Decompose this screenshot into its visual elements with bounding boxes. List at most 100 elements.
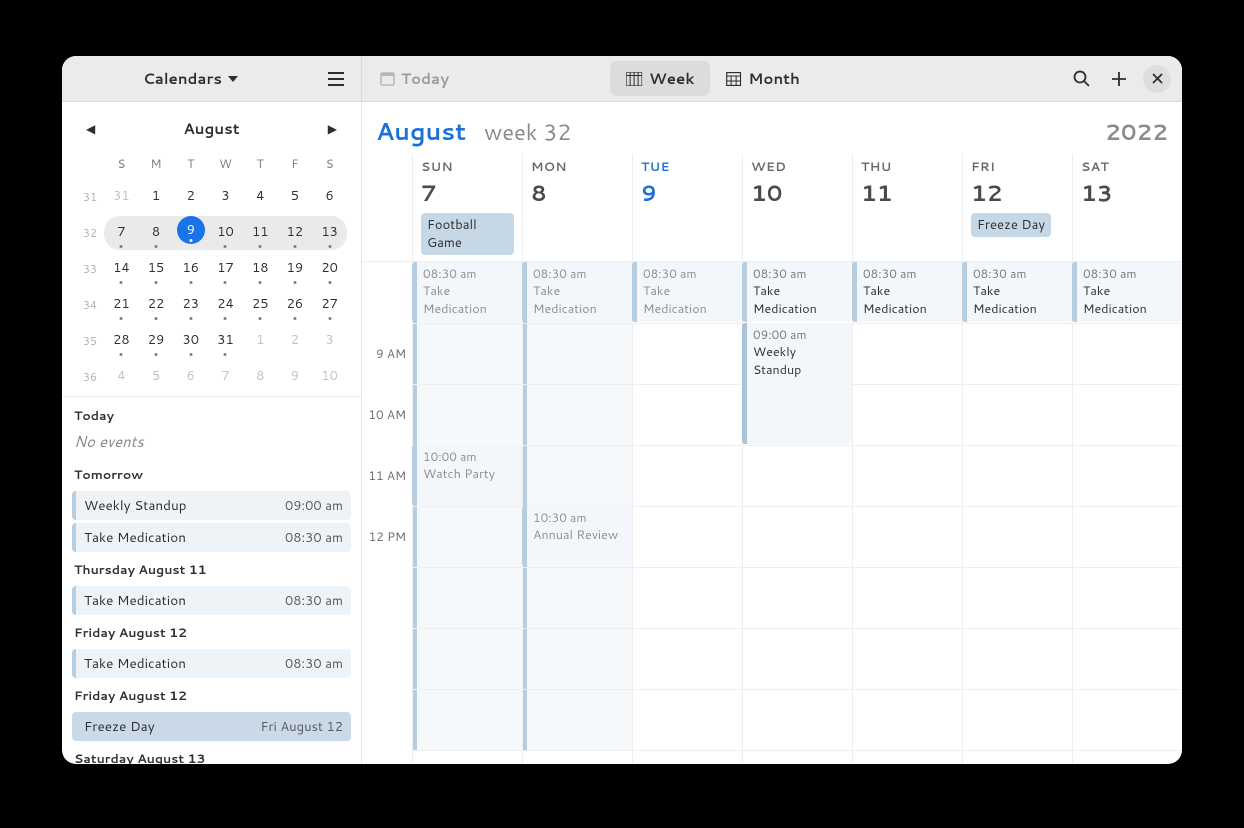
time-slot[interactable] — [522, 567, 632, 628]
time-slot[interactable] — [522, 445, 632, 506]
time-slot[interactable] — [522, 323, 632, 384]
mini-day[interactable]: 2 — [278, 324, 313, 358]
time-slot[interactable] — [852, 323, 962, 384]
mini-day[interactable]: 22 — [139, 288, 174, 322]
day-header[interactable]: SUN7Football Game — [412, 154, 522, 261]
time-slot[interactable] — [632, 384, 742, 445]
mini-day[interactable]: 23 — [173, 288, 208, 322]
calendar-event[interactable]: 08:30 amTake Medication — [632, 262, 742, 322]
calendar-event[interactable]: 08:30 amTake Medication — [412, 262, 522, 322]
mini-day[interactable]: 30 — [173, 324, 208, 358]
day-header[interactable]: SAT13 — [1072, 154, 1182, 261]
month-view-tab[interactable]: Month — [710, 61, 815, 96]
mini-day[interactable]: 10 — [312, 360, 347, 394]
search-button[interactable] — [1064, 62, 1098, 96]
mini-day[interactable]: 15 — [139, 252, 174, 286]
hamburger-menu-button[interactable] — [319, 62, 353, 96]
time-slot[interactable] — [1072, 628, 1182, 689]
calendar-event[interactable]: 09:00 amWeekly Standup — [742, 323, 852, 444]
mini-day[interactable]: 24 — [208, 288, 243, 322]
add-event-button[interactable] — [1102, 62, 1136, 96]
time-slot[interactable] — [742, 567, 852, 628]
day-header[interactable]: TUE9 — [632, 154, 742, 261]
time-slot[interactable] — [962, 506, 1072, 567]
time-slot[interactable] — [742, 506, 852, 567]
day-header[interactable]: WED10 — [742, 154, 852, 261]
time-slot[interactable] — [632, 567, 742, 628]
time-slot[interactable] — [522, 384, 632, 445]
time-slot[interactable] — [632, 689, 742, 750]
calendar-event[interactable]: 08:30 amTake Medication — [1072, 262, 1182, 322]
close-window-button[interactable] — [1140, 62, 1174, 96]
time-slot[interactable] — [852, 689, 962, 750]
mini-day[interactable]: 25 — [243, 288, 278, 322]
mini-day[interactable]: 4 — [243, 180, 278, 214]
calendars-dropdown[interactable]: Calendars — [62, 56, 319, 101]
mini-day[interactable]: 5 — [278, 180, 313, 214]
time-slot[interactable] — [852, 384, 962, 445]
mini-day[interactable]: 5 — [139, 360, 174, 394]
mini-day[interactable]: 28 — [104, 324, 139, 358]
time-slot[interactable] — [412, 689, 522, 750]
mini-day[interactable]: 7 — [208, 360, 243, 394]
time-slot[interactable] — [1072, 567, 1182, 628]
mini-day[interactable]: 6 — [312, 180, 347, 214]
day-header[interactable]: THU11 — [852, 154, 962, 261]
time-slot[interactable] — [962, 628, 1072, 689]
mini-day[interactable]: 29 — [139, 324, 174, 358]
mini-day[interactable]: 31 — [208, 324, 243, 358]
mini-day[interactable]: 10 — [208, 216, 243, 250]
time-slot[interactable] — [742, 628, 852, 689]
agenda-item[interactable]: Take Medication08:30 am — [72, 523, 351, 552]
time-slot[interactable] — [632, 750, 742, 764]
time-slot[interactable] — [742, 445, 852, 506]
mini-day[interactable]: 14 — [104, 252, 139, 286]
mini-day[interactable]: 2 — [173, 180, 208, 214]
time-slot[interactable] — [412, 628, 522, 689]
mini-day[interactable]: 13 — [312, 216, 347, 250]
time-slot[interactable] — [632, 628, 742, 689]
prev-month-button[interactable]: ◀ — [82, 116, 99, 141]
allday-event[interactable]: Freeze Day — [971, 213, 1051, 237]
mini-day[interactable]: 8 — [243, 360, 278, 394]
mini-day[interactable]: 6 — [173, 360, 208, 394]
mini-day[interactable]: 17 — [208, 252, 243, 286]
mini-day[interactable]: 7 — [104, 216, 139, 250]
calendar-event[interactable]: 10:30 amAnnual Review — [522, 506, 632, 566]
time-slot[interactable] — [1072, 750, 1182, 764]
calendar-event[interactable]: 08:30 amTake Medication — [742, 262, 852, 322]
time-slot[interactable] — [742, 750, 852, 764]
agenda-item[interactable]: Take Medication08:30 am — [72, 586, 351, 615]
time-slot[interactable] — [632, 323, 742, 384]
time-slot[interactable] — [962, 567, 1072, 628]
agenda-item[interactable]: Take Medication08:30 am — [72, 649, 351, 678]
mini-day[interactable]: 3 — [312, 324, 347, 358]
mini-day[interactable]: 18 — [243, 252, 278, 286]
mini-day[interactable]: 8 — [139, 216, 174, 250]
time-slot[interactable] — [962, 323, 1072, 384]
time-slot[interactable] — [742, 689, 852, 750]
calendar-event[interactable]: 08:30 amTake Medication — [962, 262, 1072, 322]
calendar-event[interactable]: 08:30 amTake Medication — [852, 262, 962, 322]
mini-day[interactable]: 21 — [104, 288, 139, 322]
day-header[interactable]: FRI12Freeze Day — [962, 154, 1072, 261]
today-button[interactable]: Today — [370, 62, 459, 95]
mini-day[interactable]: 1 — [139, 180, 174, 214]
mini-day[interactable]: 20 — [312, 252, 347, 286]
next-month-button[interactable]: ▶ — [324, 116, 341, 141]
allday-event[interactable]: Football Game — [421, 213, 514, 255]
agenda-item[interactable]: Weekly Standup09:00 am — [72, 491, 351, 520]
mini-day[interactable]: 12 — [278, 216, 313, 250]
mini-day[interactable]: 9 — [278, 360, 313, 394]
mini-day[interactable]: 31 — [104, 180, 139, 214]
time-slot[interactable] — [632, 445, 742, 506]
time-slot[interactable] — [522, 750, 632, 764]
time-slot[interactable] — [412, 384, 522, 445]
time-slot[interactable] — [1072, 689, 1182, 750]
mini-day[interactable]: 1 — [243, 324, 278, 358]
agenda-item[interactable]: Freeze DayFri August 12 — [72, 712, 351, 741]
time-slot[interactable] — [522, 628, 632, 689]
mini-day[interactable]: 16 — [173, 252, 208, 286]
time-slot[interactable] — [852, 567, 962, 628]
calendar-event[interactable]: 08:30 amTake Medication — [522, 262, 632, 322]
